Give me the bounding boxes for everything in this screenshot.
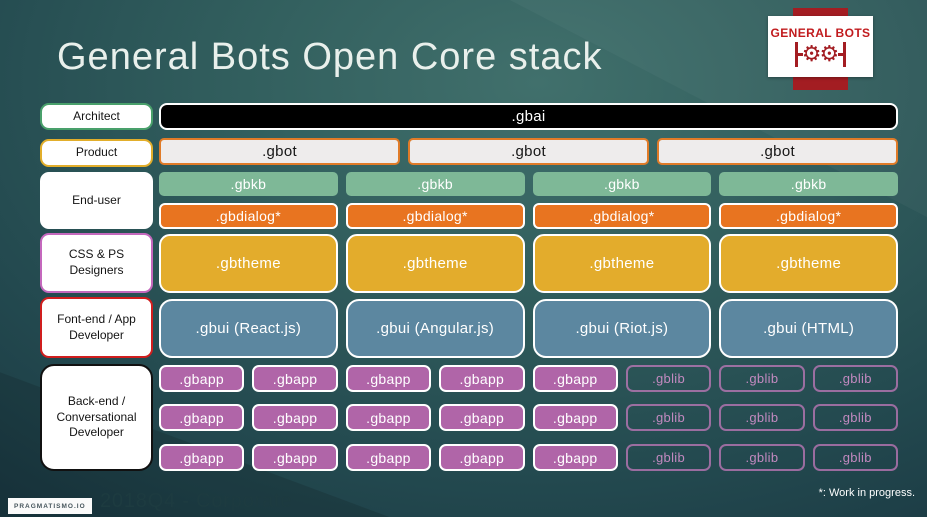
- box-gbapp: .gbapp: [252, 444, 338, 471]
- general-bots-logo: GENERAL BOTS ⚙ ⚙: [768, 0, 878, 95]
- role-label-product: Product: [40, 139, 153, 167]
- box-gbapp: .gbapp: [159, 444, 245, 471]
- box-gblib: .gblib: [719, 444, 805, 471]
- box-gblib: .gblib: [719, 404, 805, 431]
- box-gblib: .gblib: [625, 365, 712, 392]
- box-gbkb: .gbkb: [719, 172, 898, 196]
- box-gbdialog: .gbdialog*: [532, 203, 712, 229]
- box-gbtheme: .gbtheme: [532, 234, 712, 293]
- slide: General Bots Open Core stack GENERAL BOT…: [0, 0, 927, 517]
- role-label-end-user: End-user: [40, 172, 153, 229]
- box-gbapp: .gbapp: [532, 404, 618, 431]
- box-gbai: .gbai: [159, 103, 898, 130]
- box-gbapp: .gbapp: [439, 404, 525, 431]
- box-gbot: .gbot: [408, 138, 649, 165]
- box-gbui: .gbui (React.js): [159, 299, 338, 358]
- stack-row-apps-2: .gbapp .gbapp .gbapp .gbapp .gbapp .gblib .gbl…: [159, 404, 898, 431]
- role-label-backend: Back-end / Conversational Developer: [40, 364, 153, 471]
- role-label-frontend: Font-end / App Developer: [40, 297, 153, 358]
- box-gblib: .gblib: [812, 365, 898, 392]
- box-gbapp: .gbapp: [439, 444, 525, 471]
- page-title: General Bots Open Core stack: [57, 36, 603, 78]
- stack-row-gbai: .gbai: [159, 103, 898, 130]
- box-gbui: .gbui (HTML): [719, 299, 898, 358]
- box-gbapp: .gbapp: [159, 404, 245, 431]
- logo-card: GENERAL BOTS ⚙ ⚙: [768, 16, 873, 77]
- box-gblib: .gblib: [625, 404, 712, 431]
- gears-icon: ⚙ ⚙: [794, 41, 847, 67]
- box-gbapp: .gbapp: [532, 365, 618, 392]
- pragmatismo-badge: PRAGMATISMO.IO: [8, 498, 92, 514]
- box-gblib: .gblib: [812, 444, 898, 471]
- work-in-progress-note: *: Work in progress.: [818, 487, 915, 499]
- box-gbapp: .gbapp: [159, 365, 245, 392]
- box-gblib: .gblib: [625, 444, 712, 471]
- box-gbapp: .gbapp: [252, 365, 338, 392]
- stack-row-gbui: .gbui (React.js) .gbui (Angular.js) .gbui …: [159, 299, 898, 358]
- box-gbkb: .gbkb: [159, 172, 338, 196]
- box-gbot: .gbot: [159, 138, 400, 165]
- footer-text: 2018Q4 - Corporate: [100, 490, 293, 512]
- box-gbdialog: .gbdialog*: [159, 203, 338, 229]
- box-gbapp: .gbapp: [345, 444, 432, 471]
- box-gbtheme: .gbtheme: [345, 234, 525, 293]
- box-gbapp: .gbapp: [532, 444, 618, 471]
- gear-right-bar: [843, 42, 847, 67]
- role-label-architect: Architect: [40, 103, 153, 130]
- logo-wordmark: GENERAL BOTS: [770, 26, 871, 40]
- role-label-css-ps: CSS & PS Designers: [40, 233, 153, 293]
- box-gblib: .gblib: [812, 404, 898, 431]
- box-gbapp: .gbapp: [345, 365, 432, 392]
- gear-icon: ⚙: [819, 41, 840, 67]
- box-gbui: .gbui (Angular.js): [345, 299, 525, 358]
- stack-row-gbkb: .gbkb .gbkb .gbkb .gbkb: [159, 172, 898, 196]
- box-gbkb: .gbkb: [532, 172, 712, 196]
- box-gbtheme: .gbtheme: [719, 234, 898, 293]
- box-gbui: .gbui (Riot.js): [532, 299, 712, 358]
- box-gbapp: .gbapp: [252, 404, 338, 431]
- box-gbdialog: .gbdialog*: [345, 203, 525, 229]
- box-gbot: .gbot: [657, 138, 898, 165]
- box-gbkb: .gbkb: [345, 172, 525, 196]
- box-gbapp: .gbapp: [439, 365, 525, 392]
- box-gbtheme: .gbtheme: [159, 234, 338, 293]
- stack-row-gbdialog: .gbdialog* .gbdialog* .gbdialog* .gbdialog*: [159, 203, 898, 229]
- stack-row-gbtheme: .gbtheme .gbtheme .gbtheme .gbtheme: [159, 234, 898, 293]
- box-gblib: .gblib: [719, 365, 805, 392]
- stack-row-apps-1: .gbapp .gbapp .gbapp .gbapp .gbapp .gblib .gbl…: [159, 365, 898, 392]
- stack-row-gbot: .gbot .gbot .gbot: [159, 138, 898, 165]
- box-gbdialog: .gbdialog*: [719, 203, 898, 229]
- box-gbapp: .gbapp: [345, 404, 432, 431]
- stack-row-apps-3: .gbapp .gbapp .gbapp .gbapp .gbapp .gblib .gbl…: [159, 444, 898, 471]
